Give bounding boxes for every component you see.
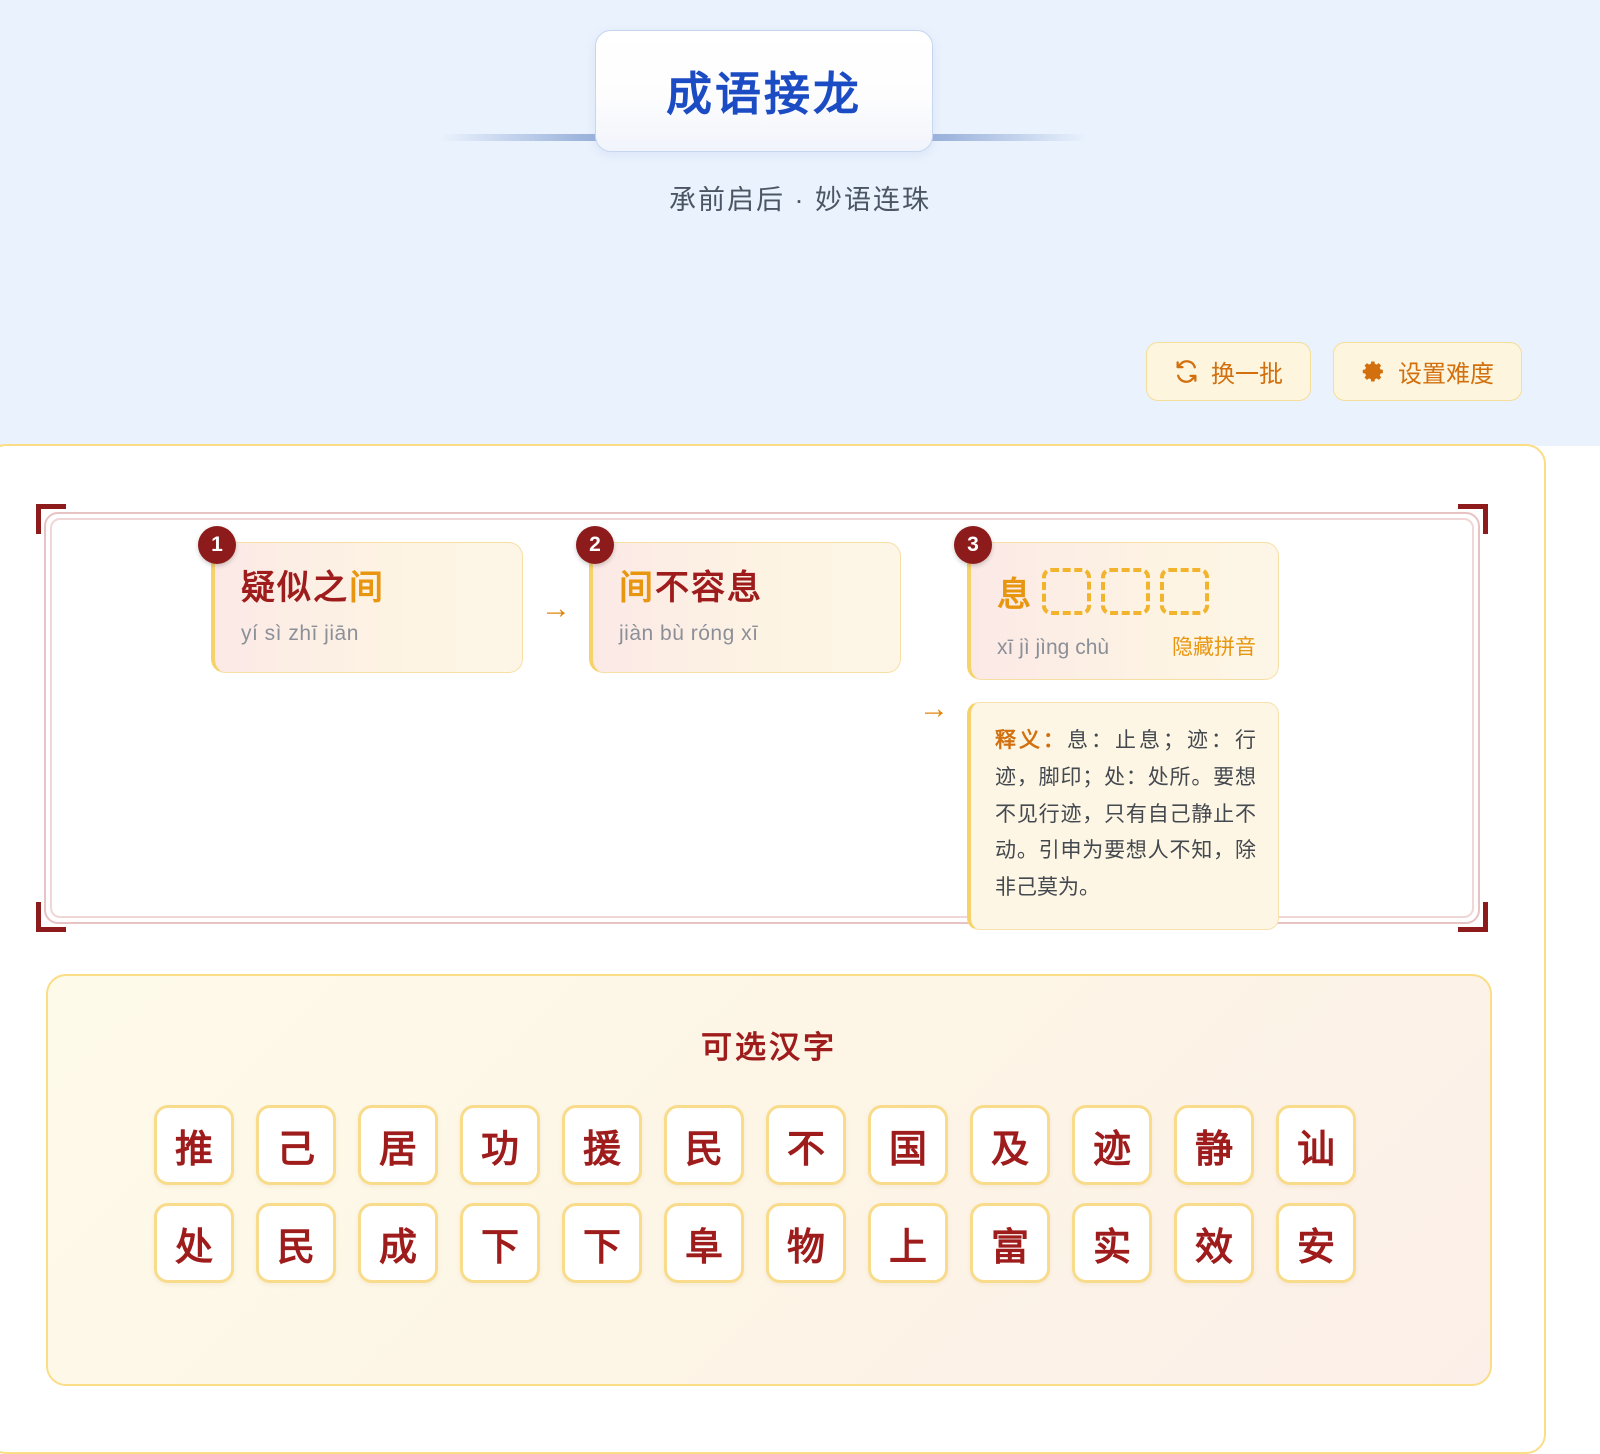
char-tile[interactable]: 阜 [664, 1203, 744, 1283]
char-tile[interactable]: 不 [766, 1105, 846, 1185]
toggle-pinyin-button[interactable]: 隐藏拼音 [1172, 631, 1256, 661]
idiom-word: 疑似之间 [241, 569, 498, 608]
pool-grid: 推己居功援民不国及迹静讪处民成下下阜物上富实效安 [154, 1105, 1384, 1283]
idiom-pinyin: yí sì zhī jiān [241, 622, 359, 646]
title-card: 成语接龙 [595, 30, 933, 152]
char-tile[interactable]: 民 [256, 1203, 336, 1283]
frame-corner-top-left [36, 504, 66, 534]
char-tile[interactable]: 居 [358, 1105, 438, 1185]
char-tile[interactable]: 己 [256, 1105, 336, 1185]
char-tile[interactable]: 功 [460, 1105, 540, 1185]
idiom-word: 间不容息 [619, 569, 876, 608]
answer-blank-2[interactable] [1101, 567, 1150, 615]
idiom-badge: 3 [954, 526, 992, 564]
answer-blank-1[interactable] [1042, 567, 1091, 615]
char-tile[interactable]: 实 [1072, 1203, 1152, 1283]
idiom-word-tail: 不容息 [655, 569, 763, 607]
title-area: 成语接龙 [0, 30, 1600, 152]
refresh-icon [1174, 359, 1199, 384]
frame-corner-top-right [1458, 504, 1488, 534]
refresh-button-label: 换一批 [1211, 361, 1283, 388]
char-tile[interactable]: 援 [562, 1105, 642, 1185]
char-tile[interactable]: 成 [358, 1203, 438, 1283]
idiom-chain: 1 疑似之间 yí sì zhī jiān → 2 间不容息 jiàn bù r… [198, 526, 1279, 930]
active-idiom-meta: xī jì jìng chù 隐藏拼音 [997, 631, 1256, 661]
active-idiom-column: 3 息 xī jì jìng chù 隐藏拼音 释义：息：止息；迹：行迹，脚印；… [954, 526, 1279, 930]
char-tile[interactable]: 下 [460, 1203, 540, 1283]
char-tile[interactable]: 民 [664, 1105, 744, 1185]
char-tile[interactable]: 静 [1174, 1105, 1254, 1185]
definition-label: 释义： [995, 729, 1067, 752]
char-tile[interactable]: 迹 [1072, 1105, 1152, 1185]
difficulty-button[interactable]: 设置难度 [1333, 342, 1522, 401]
char-tile[interactable]: 国 [868, 1105, 948, 1185]
char-tile[interactable]: 推 [154, 1105, 234, 1185]
char-tile[interactable]: 处 [154, 1203, 234, 1283]
toolbar: 换一批 设置难度 [0, 342, 1600, 401]
idiom-link-char: 间 [349, 569, 385, 607]
active-known-char: 息 [997, 575, 1032, 614]
idiom-card-3-active[interactable]: 3 息 xī jì jìng chù 隐藏拼音 [954, 526, 1279, 680]
char-tile[interactable]: 讪 [1276, 1105, 1356, 1185]
chain-frame: 1 疑似之间 yí sì zhī jiān → 2 间不容息 jiàn bù r… [36, 504, 1488, 932]
chain-arrow-2: → [919, 692, 949, 725]
active-idiom-pinyin: xī jì jìng chù [997, 636, 1110, 659]
idiom-badge: 2 [576, 526, 614, 564]
idiom-link-char: 间 [619, 569, 655, 607]
page-title: 成语接龙 [666, 68, 862, 120]
char-tile[interactable]: 上 [868, 1203, 948, 1283]
active-idiom-word: 息 [997, 565, 1256, 617]
idiom-word-head: 疑似之 [241, 569, 349, 607]
frame-corner-bottom-right [1458, 902, 1488, 932]
idiom-card-2[interactable]: 2 间不容息 jiàn bù róng xī [576, 526, 901, 674]
page-header: 成语接龙 承前启后 · 妙语连珠 换一批 设置难度 [0, 0, 1600, 446]
chain-arrow-1: → [541, 592, 571, 625]
idiom-pinyin: jiàn bù róng xī [619, 622, 759, 646]
difficulty-button-label: 设置难度 [1398, 361, 1494, 388]
page-subtitle: 承前启后 · 妙语连珠 [669, 185, 931, 215]
pool-title: 可选汉字 [701, 1030, 837, 1065]
char-tile[interactable]: 物 [766, 1203, 846, 1283]
game-panel: 1 疑似之间 yí sì zhī jiān → 2 间不容息 jiàn bù r… [0, 444, 1546, 1454]
idiom-badge: 1 [198, 526, 236, 564]
gear-icon [1361, 359, 1386, 384]
char-tile[interactable]: 效 [1174, 1203, 1254, 1283]
char-tile[interactable]: 富 [970, 1203, 1050, 1283]
character-pool: 可选汉字 推己居功援民不国及迹静讪处民成下下阜物上富实效安 [46, 974, 1492, 1386]
frame-corner-bottom-left [36, 902, 66, 932]
definition-text: 息：止息；迹：行迹，脚印；处：处所。要想不见行迹，只有自己静止不动。引申为要想人… [995, 729, 1256, 899]
char-tile[interactable]: 下 [562, 1203, 642, 1283]
char-tile[interactable]: 及 [970, 1105, 1050, 1185]
refresh-button[interactable]: 换一批 [1146, 342, 1311, 401]
idiom-card-1[interactable]: 1 疑似之间 yí sì zhī jiān [198, 526, 523, 674]
answer-blank-3[interactable] [1160, 567, 1209, 615]
char-tile[interactable]: 安 [1276, 1203, 1356, 1283]
definition-card: 释义：息：止息；迹：行迹，脚印；处：处所。要想不见行迹，只有自己静止不动。引申为… [967, 702, 1279, 930]
